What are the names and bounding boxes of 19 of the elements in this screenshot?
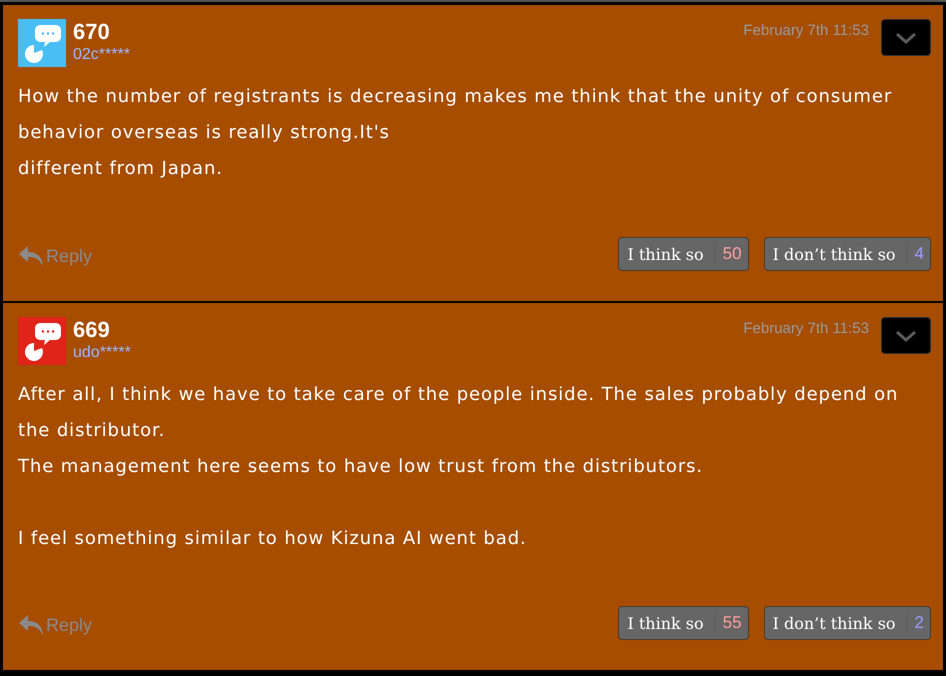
post-date: February 7th 11:53 (743, 22, 869, 39)
comment-text: How the number of registrants is decreasing makes me think that the unity of consumer behavior overseas is really strong.It's different from Japan. (18, 85, 894, 181)
user-name: udo***** (73, 343, 131, 363)
post-number: 669 (73, 317, 111, 343)
reply-arrow-icon (18, 245, 44, 267)
disagree-button[interactable]: I don’t think so 4 (764, 237, 931, 271)
agree-button[interactable]: I think so 55 (618, 606, 749, 640)
chevron-down-icon (895, 32, 917, 44)
post-date: February 7th 11:53 (743, 320, 869, 337)
post-number: 670 (73, 19, 111, 45)
dropdown-button[interactable] (881, 19, 931, 56)
agree-button[interactable]: I think so 50 (618, 237, 749, 271)
reply-arrow-icon (18, 614, 44, 636)
dropdown-button[interactable] (881, 317, 931, 354)
comment-text: I feel something similar to how Kizuna AI went bad. (18, 527, 528, 551)
comment-text: After all, I think we have to take care of the people inside. The sales probably depend on the distributor. The management here seems to have low trust from the distributors. (18, 383, 900, 479)
user-name: 02c***** (73, 45, 130, 65)
chevron-down-icon (895, 330, 917, 342)
disagree-button[interactable]: I don’t think so 2 (764, 606, 931, 640)
